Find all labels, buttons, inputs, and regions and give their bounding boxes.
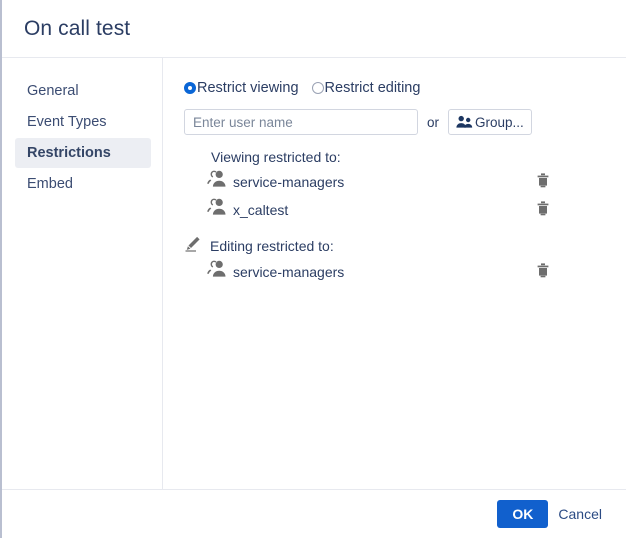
trash-icon xyxy=(537,200,549,219)
user-name-input[interactable] xyxy=(184,109,418,135)
radio-restrict-editing-label: Restrict editing xyxy=(324,80,421,96)
trash-icon xyxy=(537,262,549,281)
radio-unselected-icon xyxy=(311,82,324,94)
dialog-footer: OK Cancel xyxy=(2,490,626,537)
viewing-restricted-label: Viewing restricted to: xyxy=(211,149,341,165)
list-item: x_caltest xyxy=(184,197,626,222)
editing-restricted-heading: Editing restricted to: xyxy=(184,236,626,255)
radio-restrict-viewing[interactable]: Restrict viewing xyxy=(184,80,299,96)
ok-button[interactable]: OK xyxy=(497,499,549,528)
group-picker-button[interactable]: Group... xyxy=(448,109,532,135)
group-icon xyxy=(456,115,475,129)
sidebar-item-embed[interactable]: Embed xyxy=(15,169,151,199)
editing-restricted-label: Editing restricted to: xyxy=(210,237,334,254)
dialog-body: General Event Types Restrictions Embed R… xyxy=(2,58,626,490)
group-picker-label: Group... xyxy=(475,114,524,130)
restricted-entity-name: service-managers xyxy=(233,173,345,190)
group-icon xyxy=(206,260,228,283)
radio-selected-icon xyxy=(184,82,196,94)
sidebar-item-restrictions[interactable]: Restrictions xyxy=(15,138,151,168)
viewing-restricted-heading: Viewing restricted to: xyxy=(184,149,626,165)
trash-icon xyxy=(537,172,549,191)
list-item: service-managers xyxy=(184,169,626,194)
restrictions-dialog: On call test General Event Types Restric… xyxy=(0,0,626,538)
dialog-header: On call test xyxy=(2,0,626,58)
restricted-entity-name: service-managers xyxy=(233,263,345,280)
list-item: service-managers xyxy=(184,259,626,284)
sidebar: General Event Types Restrictions Embed xyxy=(2,58,163,489)
restricted-entity-name: x_caltest xyxy=(233,201,289,218)
page-title: On call test xyxy=(24,16,131,40)
delete-restriction-button[interactable] xyxy=(532,261,554,283)
radio-restrict-editing[interactable]: Restrict editing xyxy=(311,80,421,96)
delete-restriction-button[interactable] xyxy=(532,199,554,221)
add-restriction-row: or Group... xyxy=(184,109,626,135)
pencil-icon xyxy=(184,236,202,255)
sidebar-item-general[interactable]: General xyxy=(15,76,151,106)
restrictions-panel: Restrict viewing Restrict editing or xyxy=(163,58,626,489)
restriction-mode-radio-group: Restrict viewing Restrict editing xyxy=(184,80,626,96)
or-label: or xyxy=(427,114,440,130)
group-icon xyxy=(206,198,228,221)
cancel-button[interactable]: Cancel xyxy=(558,506,602,522)
sidebar-item-event-types[interactable]: Event Types xyxy=(15,107,151,137)
delete-restriction-button[interactable] xyxy=(532,171,554,193)
group-icon xyxy=(206,170,228,193)
radio-restrict-viewing-label: Restrict viewing xyxy=(197,80,299,96)
